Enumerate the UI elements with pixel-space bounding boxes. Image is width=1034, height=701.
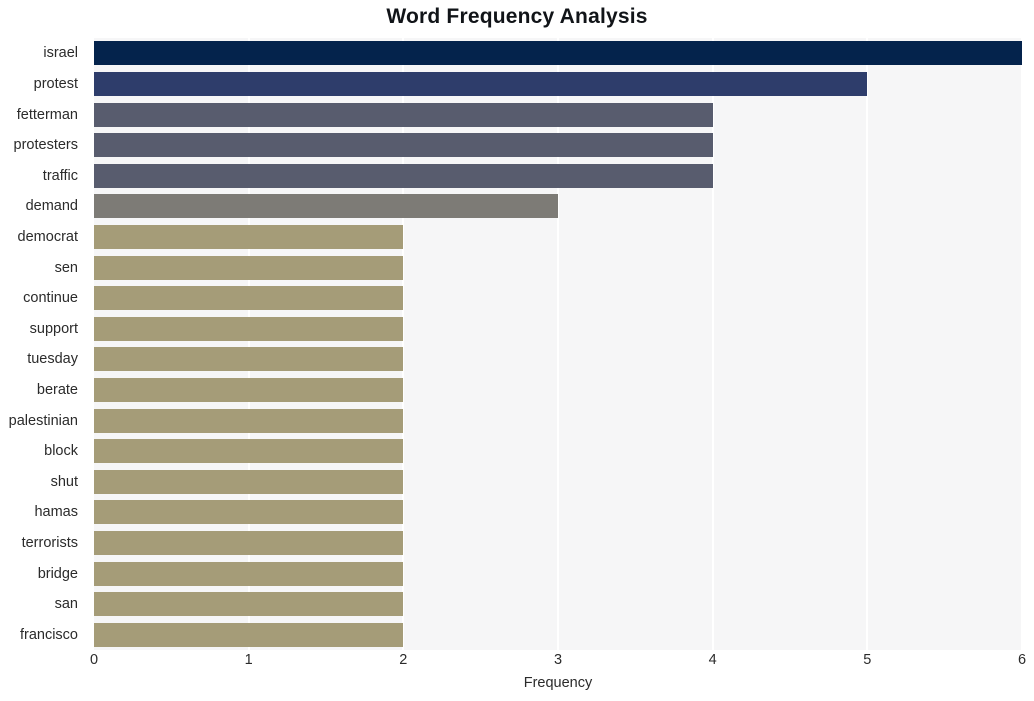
bar-row: [94, 133, 1022, 158]
bar-row: [94, 224, 1022, 249]
bar-row: [94, 530, 1022, 555]
bar-row: [94, 194, 1022, 219]
gridline: [866, 38, 869, 650]
y-tick-label-sen: sen: [54, 259, 78, 276]
bar-row: [94, 592, 1022, 617]
y-tick-label-fetterman: fetterman: [16, 106, 78, 123]
x-tick-label-0: 0: [89, 652, 99, 668]
gridline: [711, 38, 714, 650]
y-tick-label-traffic: traffic: [42, 167, 78, 184]
x-tick-label-4: 4: [708, 652, 717, 668]
x-tick-label-1: 1: [244, 652, 253, 668]
bar-support: [94, 316, 404, 341]
y-tick-label-berate: berate: [36, 381, 78, 398]
bar-san: [94, 592, 404, 617]
bar-tuesday: [94, 347, 404, 372]
bar-row: [94, 561, 1022, 586]
y-tick-label-terrorists: terrorists: [21, 534, 78, 551]
bar-row: [94, 622, 1022, 647]
gridline: [402, 38, 405, 650]
bar-israel: [94, 41, 1022, 66]
bar-bridge: [94, 561, 404, 586]
x-axis-tick-labels: 0 1 2 3 4 5 6: [90, 652, 1026, 676]
y-tick-label-francisco: francisco: [19, 626, 78, 643]
y-tick-label-continue: continue: [23, 290, 78, 307]
bar-row: [94, 439, 1022, 464]
x-tick-label-5: 5: [863, 652, 872, 668]
bar-row: [94, 408, 1022, 433]
gridline: [557, 38, 559, 650]
y-axis-tick-labels: israel protest fetterman protesters traffic d…: [0, 38, 86, 650]
y-tick-label-hamas: hamas: [34, 504, 78, 521]
gridline: [247, 38, 250, 650]
bar-row: [94, 102, 1022, 127]
bar-demand: [94, 194, 558, 219]
x-tick-label-6: 6: [1017, 652, 1027, 668]
bar-continue: [94, 286, 404, 311]
bar-row: [94, 286, 1022, 311]
bar-terrorists: [94, 530, 404, 555]
gridline: [1021, 38, 1023, 650]
plot-area: [94, 38, 1023, 650]
bar-row: [94, 255, 1022, 280]
bar-democrat: [94, 224, 404, 249]
bar-shut: [94, 469, 404, 494]
chart-title: Word Frequency Analysis: [386, 5, 648, 28]
y-tick-label-democrat: democrat: [17, 228, 78, 245]
bar-row: [94, 377, 1022, 402]
bar-row: [94, 347, 1022, 372]
bar-berate: [94, 377, 404, 402]
bar-francisco: [94, 622, 404, 647]
y-tick-label-tuesday: tuesday: [27, 351, 78, 368]
bar-sen: [94, 255, 404, 280]
bar-row: [94, 469, 1022, 494]
y-tick-label-protesters: protesters: [13, 137, 78, 154]
y-tick-label-san: san: [54, 596, 78, 613]
y-tick-label-demand: demand: [25, 198, 78, 215]
bar-traffic: [94, 163, 713, 188]
bar-protest: [94, 71, 868, 96]
word-frequency-chart: Word Frequency Analysis israel protest fet…: [0, 0, 1034, 701]
bar-fetterman: [94, 102, 713, 127]
y-tick-label-shut: shut: [50, 473, 78, 490]
bar-row: [94, 41, 1022, 66]
y-tick-label-bridge: bridge: [37, 565, 78, 582]
bar-protesters: [94, 133, 713, 158]
bar-palestinian: [94, 408, 404, 433]
y-tick-label-block: block: [44, 443, 78, 460]
x-axis-label: Frequency: [523, 675, 593, 691]
bar-hamas: [94, 500, 404, 525]
y-tick-label-israel: israel: [43, 45, 78, 62]
y-tick-label-palestinian: palestinian: [8, 412, 78, 429]
y-tick-label-protest: protest: [33, 75, 78, 92]
x-tick-label-3: 3: [553, 652, 563, 668]
bar-block: [94, 439, 404, 464]
y-tick-label-support: support: [29, 320, 78, 337]
bar-row: [94, 316, 1022, 341]
bar-row: [94, 71, 1022, 96]
bar-row: [94, 500, 1022, 525]
bar-row: [94, 163, 1022, 188]
x-tick-label-2: 2: [399, 652, 408, 668]
